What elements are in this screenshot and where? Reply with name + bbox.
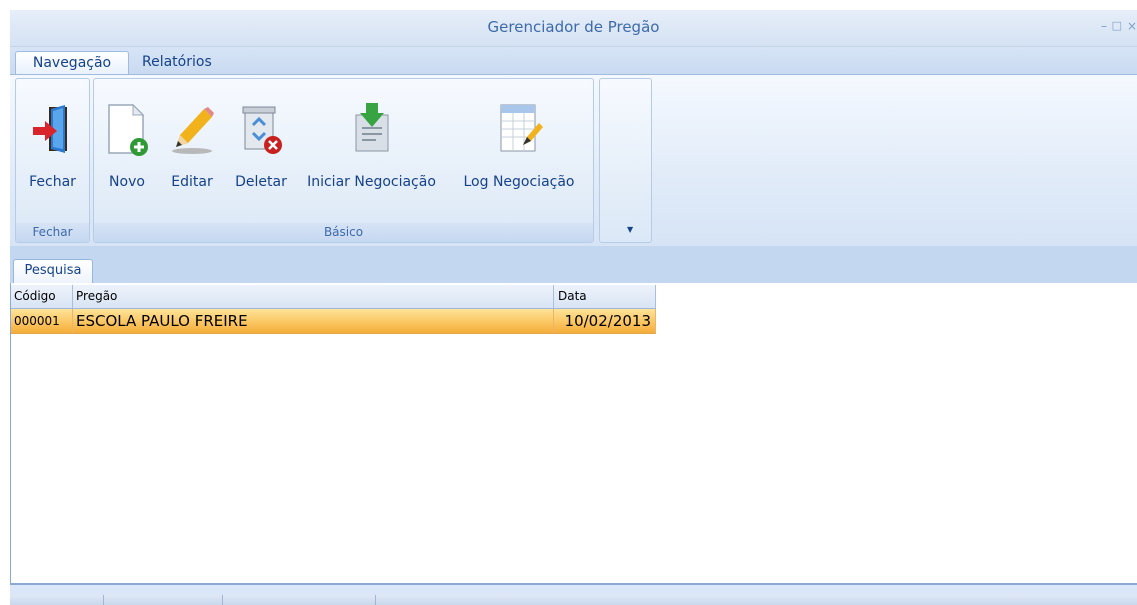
ribbon-group-basico: Novo Editar Deletar Iniciar Negociação L… [93, 78, 594, 243]
recycle-bin-delete-icon [242, 106, 282, 154]
ribbon-overflow-group[interactable]: ▼ [599, 78, 652, 243]
novo-button-label: Novo [109, 174, 145, 190]
app-window: Gerenciador de Pregão – □ × Navegação Re… [10, 10, 1137, 605]
maximize-button[interactable]: □ [1112, 19, 1122, 32]
group-label-fechar: Fechar [16, 223, 89, 242]
ribbon-panel: Fechar Fechar Novo Editar Deletar Inicia… [10, 74, 1137, 247]
novo-button[interactable]: Novo [102, 101, 152, 201]
start-negotiation-icon [355, 103, 388, 152]
iniciar-negociacao-button[interactable]: Iniciar Negociação [299, 101, 444, 201]
data-grid: Código Pregão Data 000001 ESCOLA PAULO F… [11, 285, 656, 334]
tab-pesquisa[interactable]: Pesquisa [13, 259, 93, 283]
close-window-button[interactable]: × [1127, 19, 1137, 33]
cell-data: 10/02/2013 [554, 309, 656, 333]
deletar-button-label: Deletar [235, 174, 287, 190]
status-segment [104, 595, 223, 605]
log-negociacao-button-label: Log Negociação [463, 174, 575, 190]
column-header-pregao[interactable]: Pregão [73, 285, 554, 308]
fechar-button-label: Fechar [29, 174, 76, 190]
iniciar-negociacao-button-label: Iniciar Negociação [307, 174, 436, 190]
log-negociacao-button[interactable]: Log Negociação [454, 101, 584, 201]
group-label-basico: Básico [94, 223, 593, 242]
column-header-codigo[interactable]: Código [11, 285, 73, 308]
exit-door-icon [32, 105, 67, 153]
chevron-down-icon[interactable]: ▼ [627, 225, 633, 234]
new-document-icon [108, 103, 148, 156]
document-tab-strip: Pesquisa [10, 246, 1137, 283]
editar-button[interactable]: Editar [164, 101, 220, 201]
cell-pregao: ESCOLA PAULO FREIRE [73, 309, 554, 333]
title-bar: Gerenciador de Pregão – □ × [10, 10, 1137, 47]
search-results-panel: Código Pregão Data 000001 ESCOLA PAULO F… [10, 283, 1137, 585]
table-row[interactable]: 000001 ESCOLA PAULO FREIRE 10/02/2013 [11, 309, 656, 334]
window-title: Gerenciador de Pregão [487, 18, 660, 36]
status-bar [10, 595, 1137, 605]
column-header-data[interactable]: Data [554, 285, 656, 308]
status-segment [223, 595, 376, 605]
tab-relatorios[interactable]: Relatórios [134, 51, 220, 74]
cell-codigo: 000001 [11, 309, 73, 333]
ribbon-group-fechar: Fechar Fechar [15, 78, 90, 243]
fechar-button[interactable]: Fechar [16, 101, 89, 201]
editar-button-label: Editar [171, 174, 213, 190]
grid-header: Código Pregão Data [11, 285, 656, 309]
deletar-button[interactable]: Deletar [230, 101, 292, 201]
minimize-button[interactable]: – [1101, 19, 1107, 33]
pencil-icon [172, 107, 214, 154]
log-sheet-icon [500, 104, 543, 152]
tab-navegacao[interactable]: Navegação [15, 51, 129, 74]
status-segment [10, 595, 104, 605]
ribbon-tab-strip: Navegação Relatórios [10, 47, 1137, 75]
